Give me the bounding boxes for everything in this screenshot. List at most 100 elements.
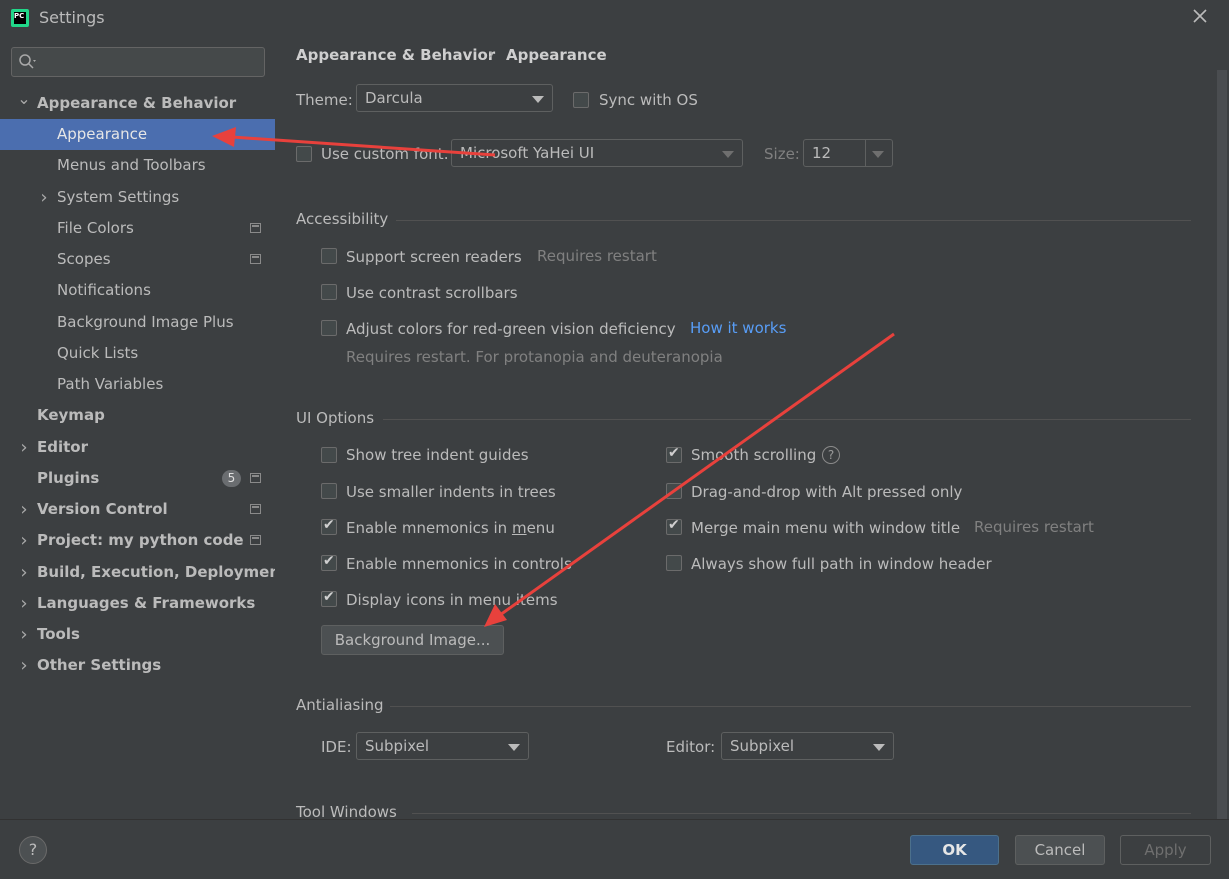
accessibility-heading: Accessibility <box>296 210 389 228</box>
full-path-checkbox[interactable] <box>666 555 682 571</box>
sidebar-item-label: File Colors <box>57 219 134 237</box>
menu-icons-label: Display icons in menu items <box>346 591 558 609</box>
chevron-right-icon[interactable]: › <box>17 525 31 556</box>
sidebar-item[interactable]: › System Settings <box>0 182 275 213</box>
project-level-icon <box>250 223 261 233</box>
sidebar-item-label: Path Variables <box>57 375 164 393</box>
sidebar-item[interactable]: Keymap <box>0 400 275 431</box>
smaller-indents-label: Use smaller indents in trees <box>346 483 556 501</box>
sidebar-item[interactable]: ⌄ Appearance & Behavior <box>0 88 275 119</box>
project-level-icon <box>250 473 261 483</box>
chevron-down-icon[interactable]: ⌄ <box>17 83 31 114</box>
merge-menu-hint: Requires restart <box>974 518 1094 536</box>
tree-indent-label: Show tree indent guides <box>346 446 529 464</box>
chevron-right-icon[interactable]: › <box>17 650 31 681</box>
pycharm-app-icon: PC <box>11 9 29 27</box>
ide-aa-select[interactable]: Subpixel <box>356 732 529 760</box>
sidebar-item[interactable]: Appearance <box>0 119 275 150</box>
sidebar-item[interactable]: › Languages & Frameworks <box>0 588 275 619</box>
chevron-right-icon[interactable]: › <box>17 619 31 650</box>
sidebar-item[interactable]: Scopes <box>0 244 275 275</box>
font-size-value: 12 <box>812 144 832 162</box>
menu-icons-checkbox[interactable] <box>321 589 337 607</box>
font-size-select[interactable]: 12 <box>803 139 893 167</box>
chevron-right-icon[interactable]: › <box>17 494 31 525</box>
app-icon-text: PC <box>14 12 26 24</box>
red-green-checkbox[interactable] <box>321 320 337 336</box>
sidebar-item-label: Scopes <box>57 250 111 268</box>
sync-with-os-label: Sync with OS <box>599 91 698 109</box>
mnemonics-menu-label: Enable mnemonics in menu <box>346 519 555 537</box>
sidebar-item[interactable]: › Editor <box>0 432 275 463</box>
breadcrumb-parent[interactable]: Appearance & Behavior <box>296 46 495 64</box>
ok-button[interactable]: OK <box>910 835 999 865</box>
search-input[interactable] <box>11 47 265 77</box>
section-divider <box>412 813 1191 814</box>
sidebar-item[interactable]: Menus and Toolbars <box>0 150 275 181</box>
ide-aa-value: Subpixel <box>365 737 430 755</box>
mnemonics-controls-checkbox[interactable] <box>321 553 337 571</box>
drag-drop-alt-checkbox[interactable] <box>666 483 682 499</box>
sidebar-item[interactable]: › Other Settings <box>0 650 275 681</box>
close-icon[interactable] <box>1190 6 1210 28</box>
editor-aa-select[interactable]: Subpixel <box>721 732 894 760</box>
sidebar-item[interactable]: Path Variables <box>0 369 275 400</box>
contrast-scrollbars-checkbox[interactable] <box>321 284 337 300</box>
sync-with-os-checkbox[interactable] <box>573 92 589 108</box>
mnemonics-menu-label-pre: Enable mnemonics in <box>346 519 512 537</box>
font-size-label: Size: <box>764 145 800 163</box>
help-button[interactable]: ? <box>19 836 47 864</box>
sidebar-item[interactable]: Background Image Plus <box>0 307 275 338</box>
sidebar-item[interactable]: Plugins 5 <box>0 463 275 494</box>
sidebar-item-label: Plugins <box>37 469 100 487</box>
sidebar-item[interactable]: › Tools <box>0 619 275 650</box>
sidebar-item-label: Notifications <box>57 281 151 299</box>
custom-font-checkbox[interactable] <box>296 146 312 162</box>
red-green-label: Adjust colors for red-green vision defic… <box>346 320 676 338</box>
section-divider <box>390 706 1191 707</box>
smaller-indents-checkbox[interactable] <box>321 483 337 499</box>
sidebar-item-label: Appearance <box>57 125 148 143</box>
help-question-icon[interactable]: ? <box>822 446 840 464</box>
background-image-button[interactable]: Background Image... <box>321 625 504 655</box>
sidebar-item-label: Tools <box>37 625 80 643</box>
screen-readers-checkbox[interactable] <box>321 248 337 264</box>
screen-readers-hint: Requires restart <box>537 247 657 265</box>
chevron-down-icon <box>508 744 520 751</box>
theme-select[interactable]: Darcula <box>356 84 553 112</box>
sidebar-item[interactable]: Quick Lists <box>0 338 275 369</box>
sidebar-item[interactable]: › Project: my python code <box>0 525 275 556</box>
mnemonics-menu-label-post: enu <box>526 519 555 537</box>
scrollbar[interactable] <box>1217 70 1227 820</box>
merge-menu-checkbox[interactable] <box>666 517 682 535</box>
breadcrumb-current: Appearance <box>506 46 607 64</box>
theme-label: Theme: <box>296 91 353 109</box>
apply-button[interactable]: Apply <box>1120 835 1211 865</box>
section-divider <box>396 220 1191 221</box>
chevron-right-icon[interactable]: › <box>17 588 31 619</box>
sidebar-item[interactable]: › Version Control <box>0 494 275 525</box>
chevron-down-icon <box>872 151 884 158</box>
how-it-works-link[interactable]: How it works <box>690 319 786 337</box>
ide-aa-label: IDE: <box>321 738 352 756</box>
window-title: Settings <box>39 8 105 27</box>
chevron-right-icon[interactable]: › <box>17 557 31 588</box>
smooth-scrolling-checkbox[interactable] <box>666 445 682 463</box>
cancel-button[interactable]: Cancel <box>1015 835 1105 865</box>
font-select[interactable]: Microsoft YaHei UI <box>451 139 743 167</box>
sidebar-item[interactable]: File Colors <box>0 213 275 244</box>
sidebar-item-label: Editor <box>37 438 88 456</box>
screen-readers-label: Support screen readers <box>346 248 522 266</box>
tree-indent-checkbox[interactable] <box>321 447 337 463</box>
sidebar-item[interactable]: Notifications <box>0 275 275 306</box>
sidebar-item-label: Languages & Frameworks <box>37 594 256 612</box>
mnemonics-menu-checkbox[interactable] <box>321 517 337 535</box>
title-bar <box>0 0 1229 36</box>
chevron-right-icon[interactable]: › <box>37 182 51 213</box>
smooth-scrolling-label: Smooth scrolling <box>691 446 817 464</box>
sidebar-item-label: Background Image Plus <box>57 313 234 331</box>
chevron-right-icon[interactable]: › <box>17 432 31 463</box>
editor-aa-value: Subpixel <box>730 737 795 755</box>
sidebar-item[interactable]: › Build, Execution, Deployment <box>0 557 287 588</box>
contrast-scrollbars-label: Use contrast scrollbars <box>346 284 518 302</box>
